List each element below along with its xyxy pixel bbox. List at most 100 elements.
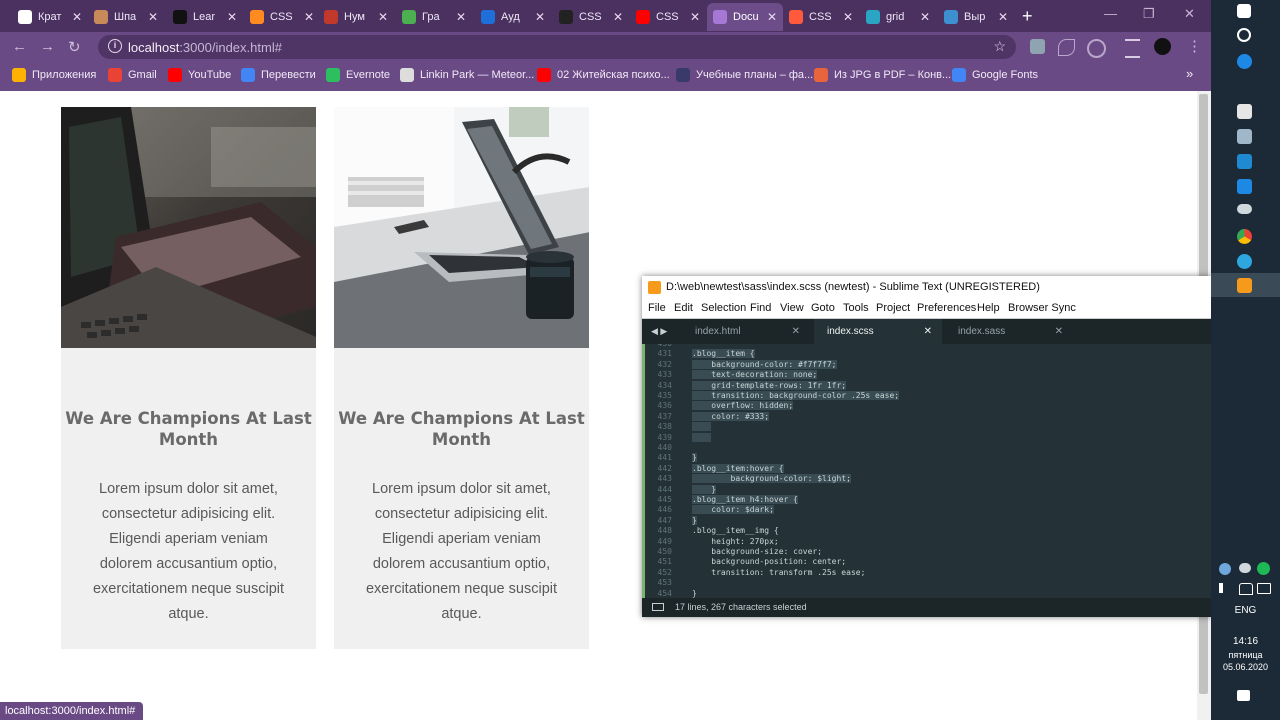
tab-close-icon[interactable]: ✕ — [920, 10, 930, 24]
photos-icon[interactable] — [1237, 129, 1252, 144]
tab-close-icon[interactable]: ✕ — [72, 10, 82, 24]
tab-close-icon[interactable]: ✕ — [998, 10, 1008, 24]
console-toggle-icon[interactable] — [652, 603, 664, 611]
back-button[interactable]: ← — [12, 38, 27, 55]
bookmarks-more-button[interactable]: » — [1186, 66, 1193, 81]
sublime-menu-item[interactable]: Preferences — [917, 302, 976, 314]
reload-button[interactable]: ↻ — [68, 38, 81, 56]
spotify-icon[interactable] — [1257, 562, 1270, 575]
blog-item[interactable]: We Are Champions At Last Month Lorem ips… — [61, 107, 316, 649]
bookmark-item[interactable]: YouTube — [168, 68, 231, 82]
sublime-tab-close-icon[interactable]: ✕ — [792, 319, 800, 344]
tab-close-icon[interactable]: ✕ — [456, 10, 466, 24]
sublime-menu-item[interactable]: Edit — [674, 302, 693, 314]
language-indicator[interactable]: ENG — [1211, 605, 1280, 616]
blog-item-title[interactable]: We Are Champions At Last Month — [334, 408, 589, 450]
sublime-tab-close-icon[interactable]: ✕ — [924, 319, 932, 344]
browser-tab[interactable]: Гра ✕ — [396, 3, 472, 31]
sublime-menu-item[interactable]: Tools — [843, 302, 869, 314]
tab-close-icon[interactable]: ✕ — [613, 10, 623, 24]
chrome-icon[interactable] — [1237, 229, 1252, 244]
browser-tab[interactable]: CSS ✕ — [244, 3, 320, 31]
store-icon[interactable] — [1237, 104, 1252, 119]
mail-icon[interactable] — [1237, 179, 1252, 194]
bookmark-item[interactable]: Из JPG в PDF – Конв... — [814, 68, 951, 82]
sublime-menu-item[interactable]: Project — [876, 302, 910, 314]
tab-close-icon[interactable]: ✕ — [148, 10, 158, 24]
browser-tab[interactable]: Выр ✕ — [938, 3, 1014, 31]
sublime-menu-item[interactable]: Browser Sync — [1008, 302, 1076, 314]
sublime-file-tab[interactable]: index.scss ✕ — [814, 319, 942, 344]
sublime-menu-item[interactable]: Find — [750, 302, 771, 314]
tab-close-icon[interactable]: ✕ — [690, 10, 700, 24]
bookmark-item[interactable]: Evernote — [326, 68, 390, 82]
windows-icon[interactable] — [1237, 4, 1251, 18]
search-icon[interactable] — [1237, 28, 1251, 42]
volume-icon[interactable] — [1219, 583, 1235, 593]
browser-tab[interactable]: Lear ✕ — [167, 3, 243, 31]
tray-glasses-icon[interactable] — [1239, 563, 1251, 573]
sublime-menu-item[interactable]: Help — [977, 302, 1000, 314]
battery-icon[interactable] — [1257, 583, 1271, 594]
address-bar[interactable]: i localhost:3000/index.html# ☆ — [98, 35, 1016, 59]
glasses-icon[interactable] — [1237, 204, 1252, 214]
browser-tab[interactable]: CSS ✕ — [630, 3, 706, 31]
clock-time[interactable]: 14:16 — [1211, 636, 1280, 647]
wifi-icon[interactable] — [1239, 583, 1253, 595]
bookmark-star-icon[interactable]: ☆ — [993, 38, 1006, 55]
tab-close-icon[interactable]: ✕ — [535, 10, 545, 24]
telegram-icon[interactable] — [1237, 254, 1252, 269]
bookmark-item[interactable]: Gmail — [108, 68, 157, 82]
bookmark-item[interactable]: Приложения — [12, 68, 96, 82]
browser-tab[interactable]: Нум ✕ — [318, 3, 394, 31]
sublime-menu-item[interactable]: Selection — [701, 302, 746, 314]
feather-extension-icon[interactable] — [1058, 39, 1075, 56]
blog-item-title[interactable]: We Are Champions At Last Month — [61, 408, 316, 450]
blog-item[interactable]: We Are Champions At Last Month Lorem ips… — [334, 107, 589, 649]
sublime-icon[interactable] — [1237, 278, 1252, 293]
bookmark-item[interactable]: Перевести — [241, 68, 316, 82]
address-url[interactable]: localhost:3000/index.html# — [128, 40, 282, 55]
tab-close-icon[interactable]: ✕ — [304, 10, 314, 24]
tab-close-icon[interactable]: ✕ — [227, 10, 237, 24]
media-control-icon[interactable] — [1125, 39, 1140, 58]
site-info-icon[interactable]: i — [108, 39, 122, 53]
sublime-menu-item[interactable]: View — [780, 302, 804, 314]
forward-button[interactable]: → — [40, 38, 55, 55]
browser-tab[interactable]: CSS ✕ — [783, 3, 859, 31]
profile-avatar[interactable] — [1154, 38, 1171, 55]
sublime-file-tab[interactable]: index.sass ✕ — [945, 319, 1073, 344]
bookmark-item[interactable]: Linkin Park — Meteor... — [400, 68, 534, 82]
tab-close-icon[interactable]: ✕ — [843, 10, 853, 24]
edge-icon[interactable] — [1237, 54, 1252, 69]
sublime-menu-item[interactable]: Goto — [811, 302, 835, 314]
minimize-button[interactable]: — — [1104, 6, 1117, 21]
browser-tab[interactable]: CSS ✕ — [553, 3, 629, 31]
browser-tab[interactable]: Крат ✕ — [12, 3, 88, 31]
tray-network-icon[interactable] — [1219, 563, 1231, 575]
maximize-button[interactable]: ❐ — [1143, 6, 1155, 22]
bookmark-item[interactable]: Учебные планы – фа... — [676, 68, 813, 82]
bookmark-item[interactable]: 02 Житейская психо... — [537, 68, 670, 82]
bookmark-item[interactable]: Google Fonts — [952, 68, 1038, 82]
tab-close-icon[interactable]: ✕ — [378, 10, 388, 24]
tracker-extension-icon[interactable] — [1087, 39, 1106, 58]
tab-close-icon[interactable]: ✕ — [767, 10, 777, 24]
notifications-icon[interactable] — [1237, 690, 1250, 701]
sublime-tab-close-icon[interactable]: ✕ — [1055, 319, 1063, 344]
close-window-button[interactable]: ✕ — [1184, 6, 1195, 22]
browser-tab[interactable]: Docu ✕ — [707, 3, 783, 31]
sublime-menu-item[interactable]: File — [648, 302, 666, 314]
browser-tab[interactable]: Шпа ✕ — [88, 3, 164, 31]
browser-tab[interactable]: grid ✕ — [860, 3, 936, 31]
tab-scroll-arrows[interactable]: ◀ ▶ — [651, 319, 667, 344]
sublime-text-window[interactable]: D:\web\newtest\sass\index.scss (newtest)… — [642, 276, 1211, 617]
menu-dots-icon[interactable]: ⋮ — [1187, 37, 1202, 55]
extension-icon[interactable] — [1030, 39, 1045, 54]
vscode-icon[interactable] — [1237, 154, 1252, 169]
sublime-title-bar[interactable]: D:\web\newtest\sass\index.scss (newtest)… — [642, 276, 1211, 298]
sublime-file-tab[interactable]: index.html ✕ — [682, 319, 810, 344]
new-tab-button[interactable]: + — [1022, 6, 1033, 27]
code-editor[interactable]: 430431.blog__item {432 background-color:… — [642, 344, 1211, 598]
browser-tab[interactable]: Ауд ✕ — [475, 3, 551, 31]
